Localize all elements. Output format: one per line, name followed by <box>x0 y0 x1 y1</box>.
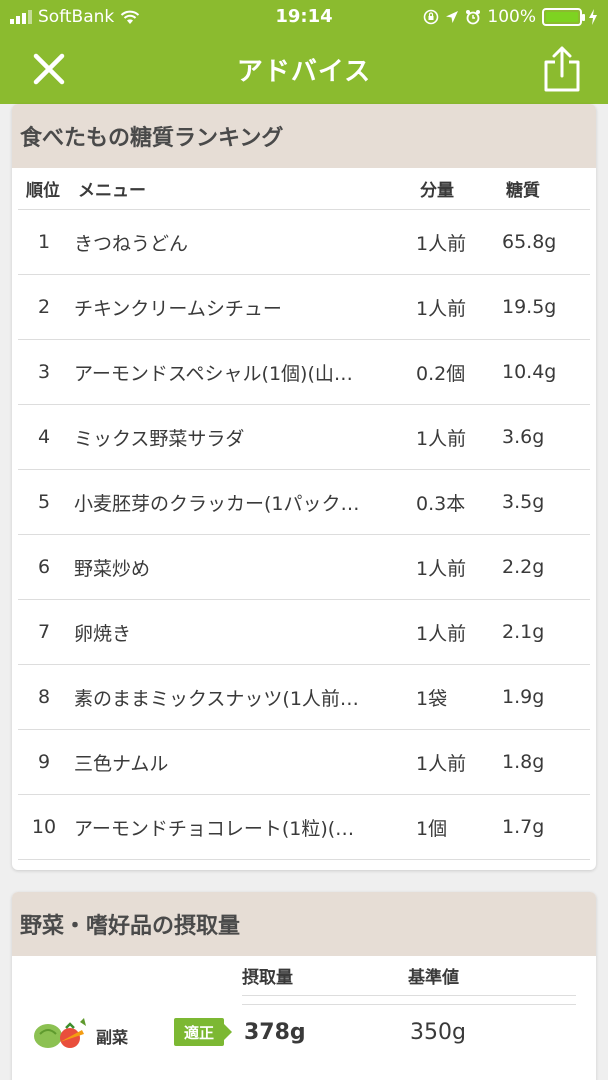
rank-cell: 7 <box>37 621 51 643</box>
rank-cell: 4 <box>37 426 51 448</box>
wifi-icon <box>121 10 140 24</box>
header-menu: メニュー <box>78 181 146 201</box>
sugar-cell: 2.1g <box>502 621 545 643</box>
page-title: アドバイス <box>236 56 372 87</box>
ranking-header-row: 順位 メニュー 分量 糖質 <box>18 168 590 210</box>
intake-card: 野菜・嗜好品の摂取量 摂取量 基準値 副菜 適正 378g 350g <box>12 892 596 1080</box>
menu-cell: 卵焼き <box>74 622 132 645</box>
table-row[interactable]: 10 アーモンドチョコレート(1粒)(… 1個 1.7g <box>18 795 590 860</box>
nav-bar: アドバイス <box>0 34 608 104</box>
share-icon[interactable] <box>542 44 582 94</box>
table-row[interactable]: 4 ミックス野菜サラダ 1人前 3.6g <box>18 405 590 470</box>
qty-cell: 0.3本 <box>416 492 466 515</box>
alarm-icon <box>466 10 481 25</box>
status-bar: SoftBank 19:14 100% <box>0 0 608 34</box>
lock-rotation-icon <box>424 9 439 25</box>
sugar-cell: 65.8g <box>502 231 557 253</box>
menu-cell: アーモンドチョコレート(1粒)(… <box>74 817 355 840</box>
carrier-label: SoftBank <box>38 7 115 27</box>
sugar-cell: 19.5g <box>502 296 557 318</box>
menu-cell: チキンクリームシチュー <box>74 297 282 320</box>
sugar-cell: 1.8g <box>502 751 545 773</box>
charging-icon <box>589 9 597 25</box>
battery-percent: 100% <box>487 7 536 27</box>
qty-cell: 1個 <box>416 817 448 840</box>
sugar-cell: 3.5g <box>502 491 545 513</box>
intake-row[interactable]: 副菜 適正 378g 350g <box>12 996 596 1068</box>
menu-cell: 小麦胚芽のクラッカー(1パック… <box>74 492 360 515</box>
intake-standard: 350g <box>410 1020 466 1045</box>
divider <box>242 1004 576 1005</box>
top-bar: SoftBank 19:14 100% アドバイス <box>0 0 608 104</box>
rank-cell: 1 <box>37 231 51 253</box>
rank-cell: 8 <box>37 686 51 708</box>
signal-icon <box>10 10 32 24</box>
qty-cell: 1人前 <box>416 427 467 450</box>
table-row[interactable]: 3 アーモンドスペシャル(1個)(山… 0.2個 10.4g <box>18 340 590 405</box>
menu-cell: 素のままミックスナッツ(1人前… <box>74 687 359 710</box>
rank-cell: 5 <box>37 491 51 513</box>
table-row[interactable]: 1 きつねうどん 1人前 65.8g <box>18 210 590 275</box>
menu-cell: ミックス野菜サラダ <box>74 427 245 450</box>
intake-amount: 378g <box>244 1020 306 1045</box>
battery-icon <box>542 8 585 26</box>
table-row[interactable]: 8 素のままミックスナッツ(1人前… 1袋 1.9g <box>18 665 590 730</box>
close-icon[interactable] <box>30 50 68 88</box>
table-row[interactable]: 2 チキンクリームシチュー 1人前 19.5g <box>18 275 590 340</box>
rank-cell: 10 <box>31 816 57 838</box>
table-row[interactable]: 9 三色ナムル 1人前 1.8g <box>18 730 590 795</box>
header-sugar: 糖質 <box>506 181 540 201</box>
table-row[interactable]: 5 小麦胚芽のクラッカー(1パック… 0.3本 3.5g <box>18 470 590 535</box>
vegetables-icon <box>34 1018 86 1048</box>
header-amount: 摂取量 <box>242 968 293 988</box>
qty-cell: 0.2個 <box>416 362 466 385</box>
rank-cell: 3 <box>37 361 51 383</box>
sugar-cell: 2.2g <box>502 556 545 578</box>
sugar-cell: 1.9g <box>502 686 545 708</box>
intake-label: 副菜 <box>96 1028 129 1047</box>
qty-cell: 1人前 <box>416 752 467 775</box>
header-standard: 基準値 <box>408 968 459 988</box>
menu-cell: きつねうどん <box>74 232 189 255</box>
qty-cell: 1袋 <box>416 687 448 710</box>
rank-cell: 2 <box>37 296 51 318</box>
table-row[interactable]: 6 野菜炒め 1人前 2.2g <box>18 535 590 600</box>
location-icon <box>446 11 459 23</box>
qty-cell: 1人前 <box>416 232 467 255</box>
intake-title: 野菜・嗜好品の摂取量 <box>12 892 596 956</box>
menu-cell: 三色ナムル <box>74 752 169 775</box>
intake-header-row: 摂取量 基準値 <box>242 956 576 996</box>
sugar-cell: 10.4g <box>502 361 557 383</box>
qty-cell: 1人前 <box>416 297 467 320</box>
sugar-cell: 3.6g <box>502 426 545 448</box>
menu-cell: 野菜炒め <box>74 557 151 580</box>
qty-cell: 1人前 <box>416 622 467 645</box>
rank-cell: 6 <box>37 556 51 578</box>
sugar-cell: 1.7g <box>502 816 545 838</box>
sugar-ranking-title: 食べたもの糖質ランキング <box>12 104 596 168</box>
header-qty: 分量 <box>420 181 454 201</box>
ranking-list: 1 きつねうどん 1人前 65.8g 2 チキンクリームシチュー 1人前 19.5g 3 アーモン… <box>12 210 596 860</box>
rank-cell: 9 <box>37 751 51 773</box>
header-rank: 順位 <box>26 181 60 201</box>
table-row[interactable]: 7 卵焼き 1人前 2.1g <box>18 600 590 665</box>
status-badge: 適正 <box>174 1018 232 1046</box>
menu-cell: アーモンドスペシャル(1個)(山… <box>74 362 353 385</box>
sugar-ranking-card: 食べたもの糖質ランキング 順位 メニュー 分量 糖質 1 きつねうどん 1人前 65.… <box>12 104 596 870</box>
qty-cell: 1人前 <box>416 557 467 580</box>
